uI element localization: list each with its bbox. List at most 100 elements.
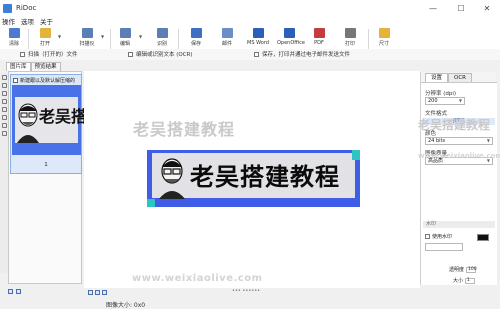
delete-icon[interactable] bbox=[1, 115, 7, 120]
word-icon bbox=[252, 28, 264, 38]
save-button[interactable]: 保存 bbox=[184, 28, 208, 50]
pdf-icon bbox=[313, 28, 325, 38]
openoffice-button[interactable]: OpenOffice bbox=[277, 28, 305, 50]
maximize-button[interactable]: ☐ bbox=[450, 0, 472, 16]
settings-tabs: 设置 OCR bbox=[425, 73, 473, 82]
watermark-color-picker[interactable] bbox=[477, 234, 489, 241]
menu-about[interactable]: 关于 bbox=[40, 16, 53, 26]
thumbnail-checkbox[interactable] bbox=[13, 78, 18, 83]
menu-options[interactable]: 选项 bbox=[21, 16, 34, 26]
clear-icon bbox=[8, 28, 20, 38]
scanner-dropdown-arrow[interactable]: ▼ bbox=[101, 34, 104, 39]
edit-icon bbox=[119, 28, 131, 38]
watermark-section-header[interactable]: 水印 bbox=[423, 221, 495, 228]
select-all-icon[interactable] bbox=[8, 289, 13, 294]
use-watermark-checkbox[interactable] bbox=[425, 234, 430, 239]
document-image-inner: 老吴搭建教程 bbox=[152, 153, 355, 199]
thumbnail-image: 老吴搭建 bbox=[12, 85, 103, 155]
size-button[interactable]: 尺寸 bbox=[372, 28, 396, 50]
size-input[interactable]: 1 bbox=[465, 277, 476, 284]
scanner-button[interactable]: 扫描仪 bbox=[75, 28, 99, 50]
mail-button[interactable]: 邮件 bbox=[215, 28, 239, 50]
resolution-label: 分辨率 (dpi) bbox=[425, 91, 457, 97]
opacity-row: 透明度 100 bbox=[449, 266, 477, 273]
resolution-select[interactable]: 200 ▼ bbox=[425, 97, 465, 105]
minimize-button[interactable]: — bbox=[422, 0, 444, 16]
image-size-status: 图像大小: 0x0 bbox=[106, 302, 146, 309]
save-icon bbox=[190, 28, 202, 38]
avatar bbox=[159, 158, 185, 199]
accent-shape bbox=[147, 199, 155, 207]
tab-ocr[interactable]: OCR bbox=[448, 73, 473, 82]
command-bar: 扫描（打开的）文件 编辑或识别文本 (OCR) 保存，打印并通过电子邮件发送文件 bbox=[0, 49, 500, 60]
scan-command[interactable]: 扫描（打开的）文件 bbox=[20, 50, 78, 58]
move-down-icon[interactable] bbox=[1, 131, 7, 136]
app-icon bbox=[3, 3, 12, 13]
watermark-url-right: www.weixiaolive.com bbox=[418, 152, 500, 160]
title-bar: RiDoc — ☐ ✕ bbox=[0, 0, 500, 16]
document-image[interactable]: 老吴搭建教程 bbox=[147, 150, 360, 207]
edit-dropdown-arrow[interactable]: ▼ bbox=[139, 34, 142, 39]
crop-icon[interactable] bbox=[1, 99, 7, 104]
size-icon bbox=[378, 28, 390, 38]
output-command[interactable]: 保存，打印并通过电子邮件发送文件 bbox=[254, 50, 350, 58]
recognize-button[interactable]: 识别 bbox=[150, 28, 174, 50]
open-button[interactable]: 打开 bbox=[33, 28, 57, 50]
zoom-indicator: ••• •••••• bbox=[232, 288, 261, 294]
library-bottom-toolbar bbox=[8, 289, 24, 294]
use-watermark-row[interactable]: 使用水印 bbox=[425, 233, 452, 240]
tab-image-library[interactable]: 图片库 bbox=[6, 62, 31, 71]
thumbnail-card[interactable]: 新建跟以及默认解压缩的 老吴搭建 1 bbox=[10, 74, 103, 174]
chevron-down-icon: ▼ bbox=[486, 138, 490, 143]
openoffice-icon bbox=[283, 28, 295, 38]
menu-operation[interactable]: 操作 bbox=[2, 16, 15, 26]
close-button[interactable]: ✕ bbox=[476, 0, 498, 16]
color-depth-select[interactable]: 24 bits ▼ bbox=[425, 137, 493, 145]
vertical-toolstrip bbox=[0, 73, 8, 273]
opacity-input[interactable]: 100 bbox=[466, 266, 477, 273]
thumbnail-number: 1 bbox=[44, 162, 48, 168]
thumbnail-checkbox-row[interactable]: 新建跟以及默认解压缩的 bbox=[13, 77, 81, 84]
open-dropdown-arrow[interactable]: ▼ bbox=[58, 34, 61, 39]
pdf-button[interactable]: PDF bbox=[307, 28, 331, 50]
clear-button[interactable]: 清除 bbox=[2, 28, 26, 50]
rotate-left-icon[interactable] bbox=[1, 75, 7, 80]
recognize-icon bbox=[156, 28, 168, 38]
status-toolbar bbox=[88, 290, 109, 295]
watermark-text-right: 老吴搭建教程 bbox=[418, 118, 491, 132]
fit-width-icon[interactable] bbox=[88, 290, 93, 295]
tab-preview-result[interactable]: 预览结果 bbox=[30, 62, 61, 71]
settings-panel: 设置 OCR 分辨率 (dpi) 200 ▼ 文件格式 JPEG 颜色 24 b… bbox=[420, 72, 497, 285]
avatar bbox=[17, 103, 39, 143]
print-icon bbox=[344, 28, 356, 38]
document-heading: 老吴搭建教程 bbox=[190, 163, 340, 191]
move-up-icon[interactable] bbox=[1, 123, 7, 128]
watermark-text-top: 老吴搭建教程 bbox=[133, 120, 236, 139]
scan-checkbox[interactable] bbox=[20, 51, 25, 57]
ocr-command[interactable]: 编辑或识别文本 (OCR) bbox=[128, 50, 193, 58]
output-checkbox[interactable] bbox=[254, 51, 259, 57]
ocr-checkbox[interactable] bbox=[128, 51, 133, 57]
preview-area: 老吴搭建教程 老吴搭建教程 www.weixiaolive.com bbox=[84, 71, 414, 288]
scanner-icon bbox=[81, 28, 93, 38]
tab-settings[interactable]: 设置 bbox=[425, 73, 449, 82]
ms-word-button[interactable]: MS Word bbox=[246, 28, 270, 50]
rotate-right-icon[interactable] bbox=[1, 83, 7, 88]
window-title: RiDoc bbox=[16, 4, 37, 12]
flip-icon[interactable] bbox=[1, 91, 7, 96]
watermark-text-input[interactable] bbox=[425, 243, 463, 251]
menu-bar: 操作 选项 关于 bbox=[0, 16, 500, 26]
actual-size-icon[interactable] bbox=[102, 290, 107, 295]
edit-button[interactable]: 编辑 bbox=[113, 28, 137, 50]
watermark-url-bottom: www.weixiaolive.com bbox=[132, 273, 263, 284]
settings-body: 分辨率 (dpi) 200 ▼ 文件格式 JPEG 颜色 24 bits ▼ 图… bbox=[421, 82, 497, 285]
zoom-icon[interactable] bbox=[1, 107, 7, 112]
open-folder-icon bbox=[39, 28, 51, 38]
chevron-down-icon: ▼ bbox=[458, 98, 462, 103]
mail-icon bbox=[221, 28, 233, 38]
left-panel-tabs: 图片库 预览结果 bbox=[6, 62, 61, 71]
print-button[interactable]: 打印 bbox=[338, 28, 362, 50]
image-library-panel: 新建跟以及默认解压缩的 老吴搭建 1 bbox=[8, 71, 103, 284]
fit-page-icon[interactable] bbox=[95, 290, 100, 295]
deselect-icon[interactable] bbox=[16, 289, 21, 294]
